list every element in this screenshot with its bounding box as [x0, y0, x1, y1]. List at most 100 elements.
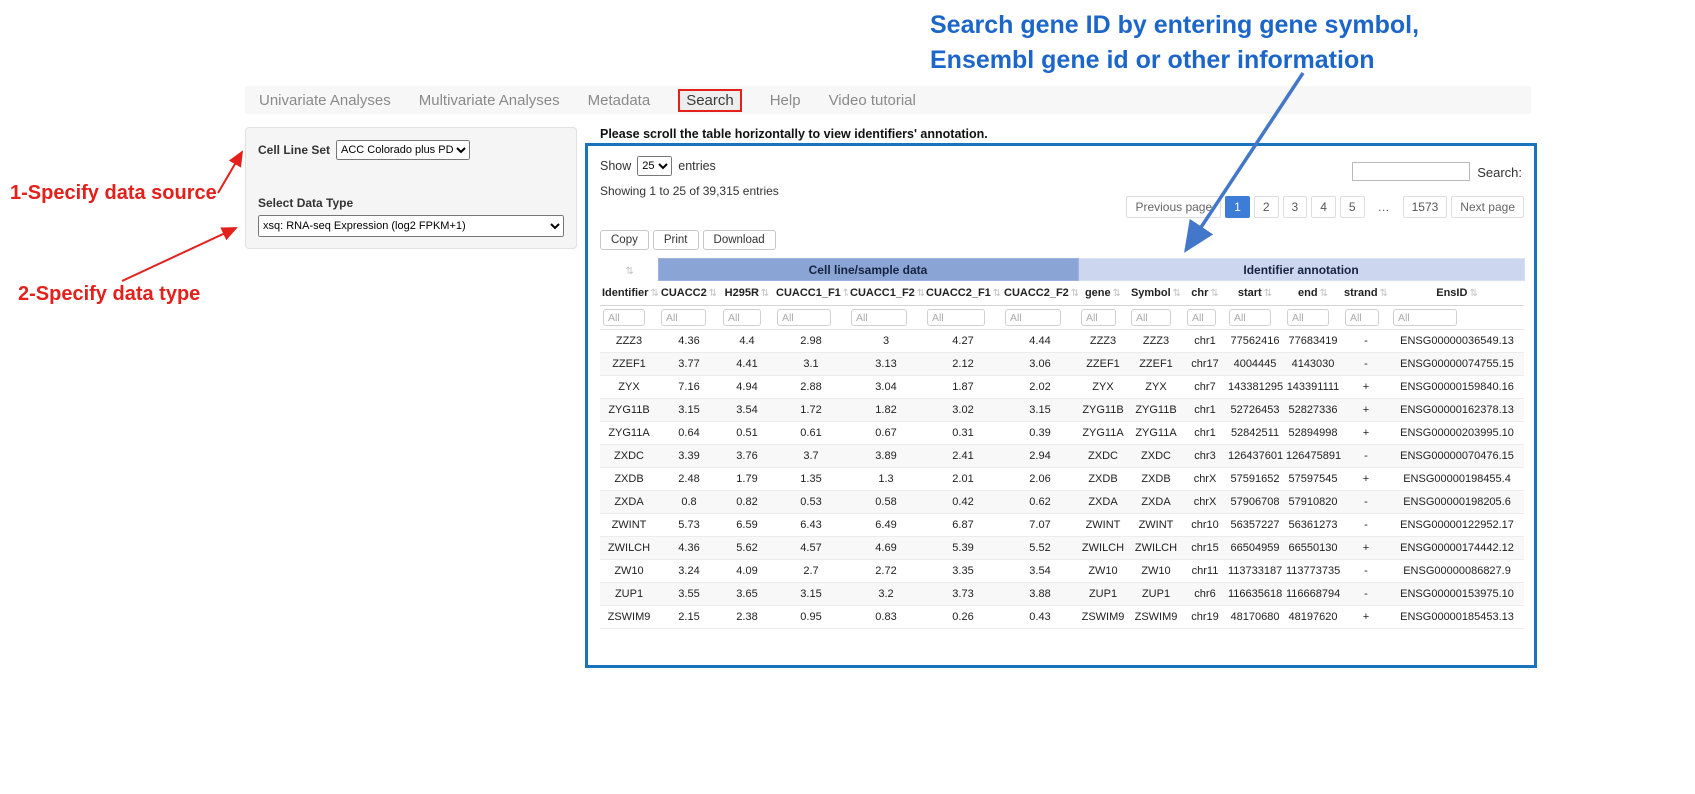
table-row[interactable]: ZSWIM92.152.380.950.830.260.43ZSWIM9ZSWI…	[600, 606, 1524, 629]
column-header-end[interactable]: end⇅	[1284, 281, 1342, 306]
table-row[interactable]: ZYG11A0.640.510.610.670.310.39ZYG11AZYG1…	[600, 422, 1524, 445]
filter-input-cuacc1-f1[interactable]	[777, 309, 831, 326]
filter-input-identifier[interactable]	[603, 309, 645, 326]
filter-input-end[interactable]	[1287, 309, 1329, 326]
filter-input-h295r[interactable]	[723, 309, 761, 326]
page-length-select[interactable]: 25	[637, 156, 672, 176]
filter-input-ensid[interactable]	[1393, 309, 1457, 326]
cell: 2.48	[658, 468, 720, 491]
filter-input-cuacc2[interactable]	[661, 309, 706, 326]
column-header-identifier[interactable]: Identifier⇅	[600, 281, 658, 306]
nav-item-video-tutorial[interactable]: Video tutorial	[829, 92, 916, 109]
table-search-input[interactable]	[1352, 162, 1470, 181]
nav-item-help[interactable]: Help	[770, 92, 801, 109]
table-row[interactable]: ZZEF13.774.413.13.132.123.06ZZEF1ZZEF1ch…	[600, 353, 1524, 376]
cell: 57597545	[1284, 468, 1342, 491]
nav-item-metadata[interactable]: Metadata	[588, 92, 651, 109]
column-header-start[interactable]: start⇅	[1226, 281, 1284, 306]
column-header-chr[interactable]: chr⇅	[1184, 281, 1226, 306]
column-header-cuacc2-f2[interactable]: CUACC2_F2⇅	[1002, 281, 1078, 306]
cell: +	[1342, 606, 1390, 629]
filter-cell	[1284, 306, 1342, 330]
page-button-3[interactable]: 3	[1283, 196, 1308, 218]
filter-input-chr[interactable]	[1187, 309, 1216, 326]
cell: 57910820	[1284, 491, 1342, 514]
filter-input-gene[interactable]	[1081, 309, 1116, 326]
cell: 6.49	[848, 514, 924, 537]
cell: 4.4	[720, 330, 774, 353]
data-type-select[interactable]: xsq: RNA-seq Expression (log2 FPKM+1)	[258, 215, 564, 237]
previous-page-button[interactable]: Previous page	[1126, 196, 1221, 218]
cell: ZXDB	[1078, 468, 1128, 491]
nav-item-multivariate-analyses[interactable]: Multivariate Analyses	[419, 92, 560, 109]
column-header-label: CUACC1_F1	[776, 287, 841, 299]
cell: 1.79	[720, 468, 774, 491]
copy-button[interactable]: Copy	[600, 230, 649, 250]
print-button[interactable]: Print	[653, 230, 699, 250]
page-button-2[interactable]: 2	[1254, 196, 1279, 218]
table-row[interactable]: ZZZ34.364.42.9834.274.44ZZZ3ZZZ3chr17756…	[600, 330, 1524, 353]
cell: 0.64	[658, 422, 720, 445]
filter-input-strand[interactable]	[1345, 309, 1379, 326]
next-page-button[interactable]: Next page	[1451, 196, 1524, 218]
filter-cell	[1390, 306, 1524, 330]
page-button-1[interactable]: 1	[1225, 196, 1250, 218]
table-row[interactable]: ZYX7.164.942.883.041.872.02ZYXZYXchr7143…	[600, 376, 1524, 399]
nav-item-search[interactable]: Search	[678, 89, 742, 112]
cell: 77683419	[1284, 330, 1342, 353]
cell: ZWINT	[1078, 514, 1128, 537]
cell: 7.07	[1002, 514, 1078, 537]
cell: 4.27	[924, 330, 1002, 353]
cell: 4.41	[720, 353, 774, 376]
cell: 52894998	[1284, 422, 1342, 445]
sort-icon: ⇅	[843, 288, 848, 299]
table-row[interactable]: ZW103.244.092.72.723.353.54ZW10ZW10chr11…	[600, 560, 1524, 583]
cell: 2.72	[848, 560, 924, 583]
column-header-gene[interactable]: gene⇅	[1078, 281, 1128, 306]
column-header-cuacc1-f2[interactable]: CUACC1_F2⇅	[848, 281, 924, 306]
table-row[interactable]: ZWILCH4.365.624.574.695.395.52ZWILCHZWIL…	[600, 537, 1524, 560]
filter-input-cuacc2-f1[interactable]	[927, 309, 985, 326]
column-header-strand[interactable]: strand⇅	[1342, 281, 1390, 306]
page-length-control: Show 25 entries	[600, 156, 716, 176]
table-row[interactable]: ZXDC3.393.763.73.892.412.94ZXDCZXDCchr31…	[600, 445, 1524, 468]
filter-input-start[interactable]	[1229, 309, 1271, 326]
table-row[interactable]: ZWINT5.736.596.436.496.877.07ZWINTZWINTc…	[600, 514, 1524, 537]
filter-input-cuacc1-f2[interactable]	[851, 309, 907, 326]
data-type-label: Select Data Type	[258, 196, 564, 210]
column-header-symbol[interactable]: Symbol⇅	[1128, 281, 1184, 306]
cell-line-set-select[interactable]: ACC Colorado plus PDX	[336, 140, 470, 160]
column-header-cuacc2-f1[interactable]: CUACC2_F1⇅	[924, 281, 1002, 306]
table-row[interactable]: ZUP13.553.653.153.23.733.88ZUP1ZUP1chr61…	[600, 583, 1524, 606]
cell: 0.95	[774, 606, 848, 629]
nav-bar: Univariate Analyses Multivariate Analyses…	[245, 86, 1531, 114]
table-row[interactable]: ZXDB2.481.791.351.32.012.06ZXDBZXDBchrX5…	[600, 468, 1524, 491]
filter-input-symbol[interactable]	[1131, 309, 1171, 326]
column-header-cuacc2[interactable]: CUACC2⇅	[658, 281, 720, 306]
search-annotation-line1: Search gene ID by entering gene symbol,	[930, 8, 1419, 43]
cell: 3.1	[774, 353, 848, 376]
cell: ZWINT	[1128, 514, 1184, 537]
table-row[interactable]: ZYG11B3.153.541.721.823.023.15ZYG11BZYG1…	[600, 399, 1524, 422]
cell: -	[1342, 445, 1390, 468]
column-header-ensid[interactable]: EnsID⇅	[1390, 281, 1524, 306]
cell: ZW10	[600, 560, 658, 583]
table-row[interactable]: ZXDA0.80.820.530.580.420.62ZXDAZXDAchrX5…	[600, 491, 1524, 514]
group-header-row: ⇅ Cell line/sample data Identifier annot…	[600, 259, 1524, 281]
filter-input-cuacc2-f2[interactable]	[1005, 309, 1061, 326]
cell: 3	[848, 330, 924, 353]
cell: -	[1342, 514, 1390, 537]
page-button-5[interactable]: 5	[1340, 196, 1365, 218]
page-button-1573[interactable]: 1573	[1403, 196, 1448, 218]
column-header-h295r[interactable]: H295R⇅	[720, 281, 774, 306]
cell: 52726453	[1226, 399, 1284, 422]
cell: 52842511	[1226, 422, 1284, 445]
scroll-hint: Please scroll the table horizontally to …	[600, 127, 988, 141]
download-button[interactable]: Download	[703, 230, 776, 250]
cell: chr1	[1184, 399, 1226, 422]
page-button-4[interactable]: 4	[1311, 196, 1336, 218]
column-header-cuacc1-f1[interactable]: CUACC1_F1⇅	[774, 281, 848, 306]
cell: +	[1342, 468, 1390, 491]
nav-item-univariate-analyses[interactable]: Univariate Analyses	[259, 92, 391, 109]
cell: 3.24	[658, 560, 720, 583]
